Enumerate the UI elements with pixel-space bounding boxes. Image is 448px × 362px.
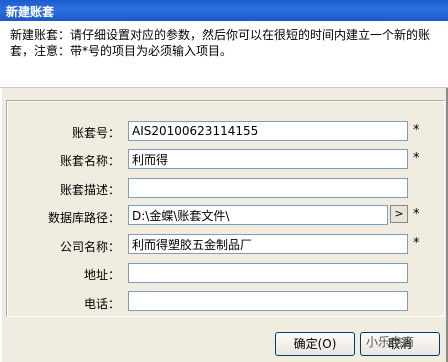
account-name-label: 账套名称： (59, 154, 120, 168)
account-code-required-mark: * (413, 123, 420, 138)
company-name-required-mark: * (413, 236, 420, 251)
dialog-left-edge (0, 88, 2, 362)
address-input[interactable] (128, 263, 408, 283)
description-text: 新建账套：请仔细设置对应的参数，然后你可以在很短的时间内建立一个新的账套，注意：… (10, 28, 431, 58)
phone-label: 电话： (83, 297, 120, 311)
ok-button[interactable]: 确定(O) (275, 332, 355, 356)
account-name-required-mark: * (413, 151, 420, 166)
browse-path-button[interactable]: > (390, 205, 408, 223)
account-name-input[interactable] (128, 149, 408, 169)
company-name-label: 公司名称： (59, 240, 120, 254)
company-name-input[interactable] (128, 234, 408, 254)
account-description-label: 账套描述： (59, 183, 120, 197)
title-bar: 新建账套 (0, 0, 448, 21)
watermark: 小乐电商 (366, 335, 415, 349)
database-path-label: 数据库路径： (47, 211, 120, 225)
phone-input[interactable] (128, 291, 408, 311)
account-description-input[interactable] (128, 178, 408, 198)
address-label: 地址： (83, 268, 120, 282)
window-title: 新建账套 (6, 5, 55, 19)
account-code-label: 账套号： (71, 126, 120, 140)
database-path-required-mark: * (413, 207, 420, 222)
account-code-input[interactable] (128, 121, 408, 141)
description-panel: 新建账套：请仔细设置对应的参数，然后你可以在很短的时间内建立一个新的账套，注意：… (0, 21, 448, 88)
database-path-input[interactable] (128, 205, 388, 225)
